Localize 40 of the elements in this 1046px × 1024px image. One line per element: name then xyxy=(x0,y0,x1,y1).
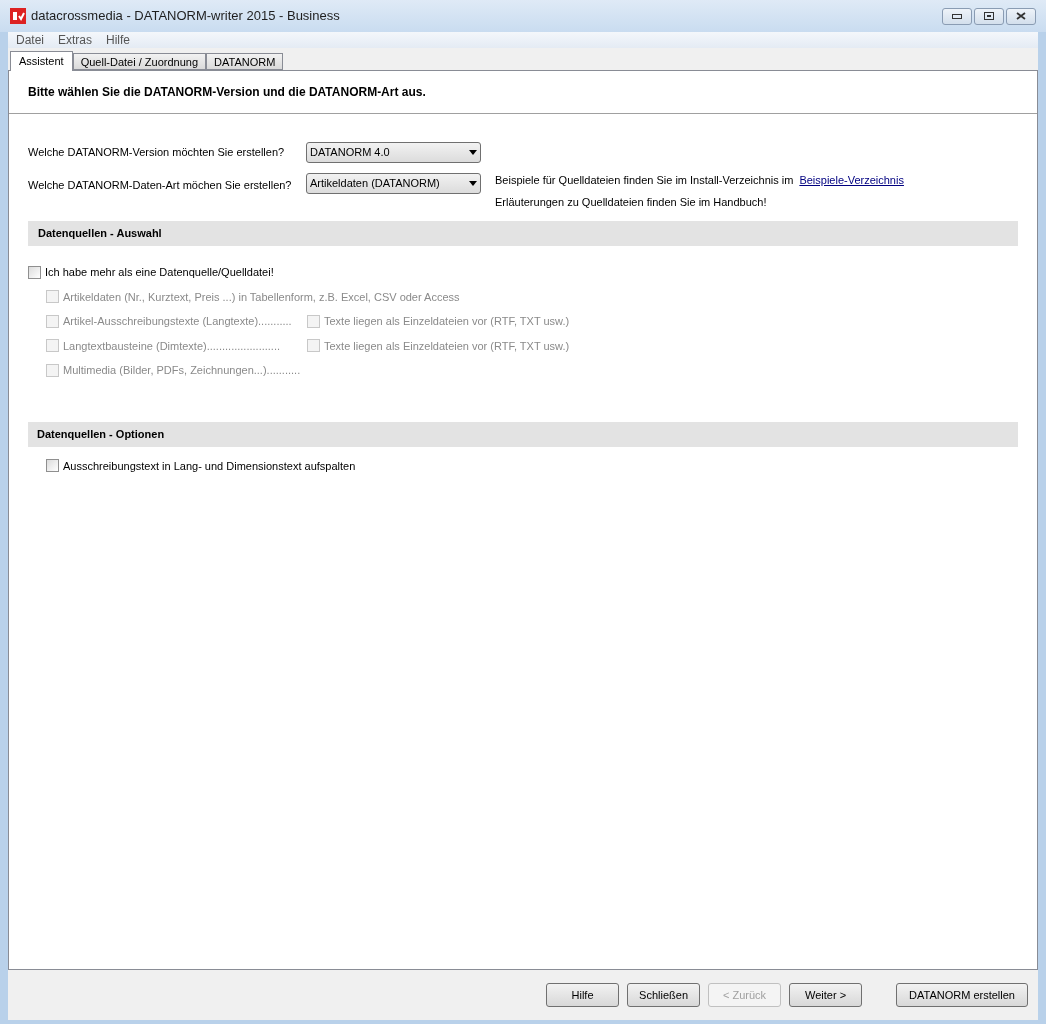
checkbox-label: Texte liegen als Einzeldateien vor (RTF, TXT usw.) xyxy=(324,338,570,354)
menu-item[interactable]: Datei xyxy=(16,31,44,49)
menu-item[interactable]: Hilfe xyxy=(106,31,131,49)
directory-link[interactable]: Beispiele-Verzeichnis xyxy=(799,172,904,189)
tab[interactable]: Quell-Datei / Zuordnung xyxy=(72,53,207,70)
checkbox-label: Artikeldaten (Nr., Kurztext, Preis ...) in Tabellenform, z.B. Excel, CSV oder Access xyxy=(63,289,460,305)
checkbox[interactable] xyxy=(28,265,41,279)
close-button[interactable] xyxy=(1006,7,1036,25)
close-icon xyxy=(1016,12,1026,20)
checkbox-label: Ich habe mehr als eine Datenquelle/Quelldatei! xyxy=(45,265,274,280)
tab[interactable]: DATANORM xyxy=(206,53,284,70)
dialog-button[interactable]: Schließen xyxy=(627,983,701,1007)
app-logo-icon xyxy=(10,8,26,24)
caret-icon xyxy=(469,181,477,186)
minimize-button[interactable] xyxy=(942,7,972,25)
section-title: Datenquellen - Optionen xyxy=(37,426,165,442)
checkbox[interactable] xyxy=(46,459,59,473)
caret-icon xyxy=(469,149,477,155)
field-label: Welche DATANORM-Daten-Art möchen Sie erstellen? xyxy=(28,178,293,193)
checkbox-label: Ausschreibungstext in Lang- und Dimensionstext aufspalten xyxy=(63,458,356,474)
menu-item[interactable]: Extras xyxy=(58,31,93,49)
maximize-icon xyxy=(984,12,994,20)
dialog-button[interactable]: Hilfe xyxy=(546,983,620,1007)
checkbox-label: Langtextbausteine (Dimtexte)........................ xyxy=(63,338,281,354)
heading: Bitte wählen Sie die DATANORM-Version und die DATANORM-Art aus. xyxy=(28,84,426,101)
checkbox-label: Multimedia (Bilder, PDFs, Zeichnungen...)........... xyxy=(63,363,301,378)
dropdown[interactable]: DATANORM 4.0 xyxy=(306,141,481,163)
section-title: Datenquellen - Auswahl xyxy=(38,226,162,242)
checkbox-label: Texte liegen als Einzeldateien vor (RTF, TXT usw.) xyxy=(324,314,570,329)
checkbox-label: Artikel-Ausschreibungstexte (Langtexte)........... xyxy=(63,314,292,329)
window-title: datacrossmedia - DATANORM-writer 2015 - Business xyxy=(31,7,340,26)
dropdown[interactable]: Artikeldaten (DATANORM) xyxy=(306,173,481,194)
dialog-button[interactable]: Weiter > xyxy=(789,983,863,1007)
dialog-button[interactable]: DATANORM erstellen xyxy=(896,983,1028,1007)
minimize-icon xyxy=(952,13,962,19)
maximize-button[interactable] xyxy=(974,7,1004,25)
info-text: Beispiele für Quelldateien finden Sie im Install-Verzeichnis im xyxy=(495,173,794,188)
field-label: Welche DATANORM-Version möchten Sie erstellen? xyxy=(28,144,286,160)
info-text: Erläuterungen zu Quelldateien finden Sie im Handbuch! xyxy=(495,194,768,210)
tab[interactable]: Assistent xyxy=(10,51,73,71)
